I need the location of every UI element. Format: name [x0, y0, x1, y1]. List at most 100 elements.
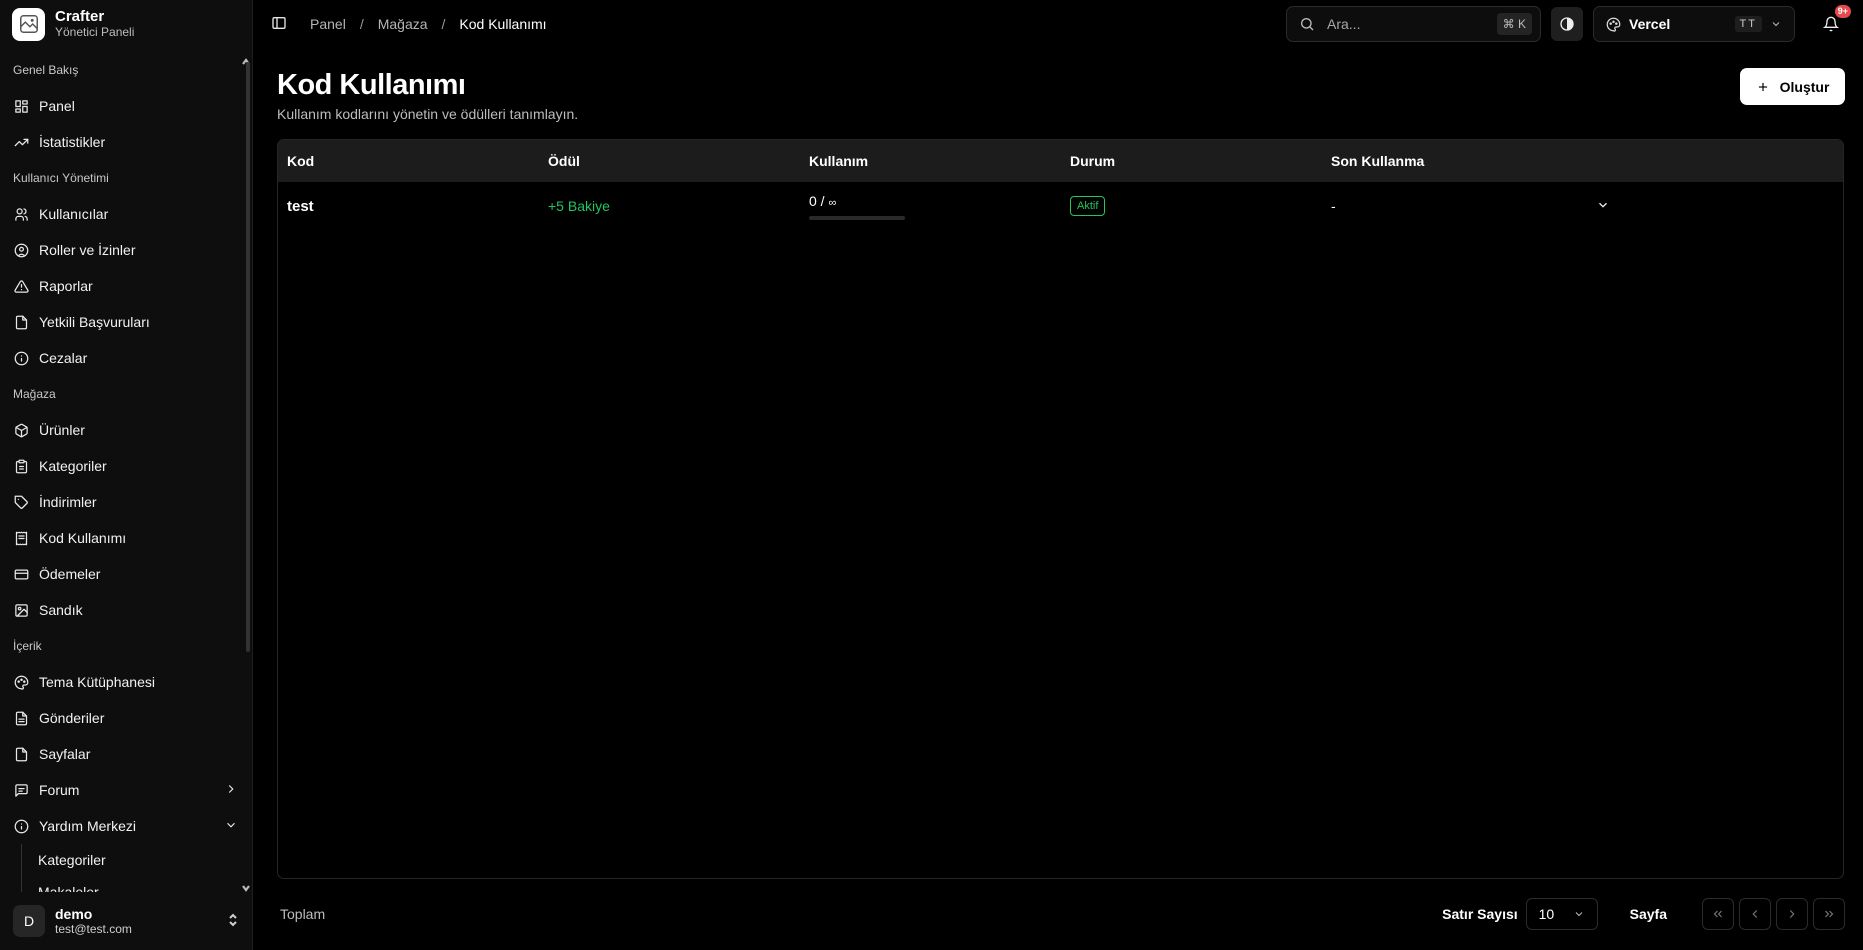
sidebar-item-categories[interactable]: Kategoriler: [0, 448, 252, 484]
column-header-status[interactable]: Durum: [1061, 153, 1322, 169]
sidebar-item-label: İndirimler: [39, 494, 97, 510]
sidebar-item-users[interactable]: Kullanıcılar: [0, 196, 252, 232]
next-page-button[interactable]: [1776, 898, 1808, 930]
sidebar-item-pages[interactable]: Sayfalar: [0, 736, 252, 772]
sidebar-item-label: Sayfalar: [39, 746, 91, 762]
sidebar-item-label: Panel: [39, 98, 75, 114]
rows-per-page-value: 10: [1538, 906, 1555, 922]
status-badge: Aktif: [1070, 196, 1106, 216]
table-footer: Toplam Satır Sayısı 10 Sayfa: [277, 897, 1845, 931]
page-header: Kod Kullanımı Kullanım kodlarını yönetin…: [277, 68, 578, 122]
sidebar-item-statistics[interactable]: İstatistikler: [0, 124, 252, 160]
section-label-content: İçerik: [13, 639, 42, 653]
theme-toggle-button[interactable]: [1551, 7, 1583, 41]
usage-limit: ∞: [828, 196, 837, 209]
usage-progress-bar: [809, 215, 905, 220]
sidebar-item-discounts[interactable]: İndirimler: [0, 484, 252, 520]
sidebar-item-label: Kullanıcılar: [39, 206, 109, 222]
topbar: Panel / Mağaza / Kod Kullanımı Ara... ⌘ …: [253, 0, 1863, 48]
chevron-down-icon: [1575, 912, 1582, 917]
sidebar-item-label: İstatistikler: [39, 134, 106, 150]
sidebar-item-chest[interactable]: Sandık: [0, 592, 252, 628]
page-title: Kod Kullanımı: [277, 69, 466, 101]
user-email: test@test.com: [55, 922, 132, 936]
page-icon: [14, 747, 29, 762]
sidebar-item-label: Ürünler: [39, 422, 85, 438]
avatar: D: [13, 905, 45, 937]
previous-page-button[interactable]: [1739, 898, 1771, 930]
chevrons-right-icon: [1825, 910, 1834, 918]
sidebar-item-label: Kategoriler: [39, 458, 107, 474]
column-header-code[interactable]: Kod: [278, 153, 539, 169]
section-label-store: Mağaza: [13, 387, 56, 401]
user-menu[interactable]: D demo test@test.com: [0, 892, 252, 950]
sidebar-item-label: Tema Kütüphanesi: [39, 674, 155, 690]
sidebar-item-label: Cezalar: [39, 350, 88, 366]
receipt-icon: [14, 531, 29, 546]
cell-reward: +5 Bakiye: [548, 198, 610, 214]
sidebar-subitem-help-categories[interactable]: Kategoriler: [38, 844, 252, 876]
column-header-reward[interactable]: Ödül: [539, 153, 800, 169]
breadcrumb-current: Kod Kullanımı: [459, 16, 547, 32]
sidebar-item-panel[interactable]: Panel: [0, 88, 252, 124]
chevron-right-icon: [1789, 910, 1795, 918]
chevron-left-icon: [1752, 910, 1758, 918]
brand-subtitle: Yönetici Paneli: [55, 25, 135, 39]
sidebar-item-label: Kod Kullanımı: [39, 530, 127, 546]
sidebar-toggle-icon[interactable]: [271, 15, 287, 34]
users-icon: [14, 207, 29, 222]
sidebar-item-theme-library[interactable]: Tema Kütüphanesi: [0, 664, 252, 700]
brand-name: Crafter: [55, 8, 105, 25]
table-header: Kod Ödül Kullanım Durum Son Kullanma: [278, 140, 1843, 182]
sidebar-subitem-help-articles[interactable]: Makaleler: [38, 876, 252, 892]
column-header-expiry[interactable]: Son Kullanma: [1322, 153, 1583, 169]
chevrons-up-down-icon: [227, 913, 239, 930]
notification-count-badge: 9+: [1834, 5, 1851, 18]
search-icon: [1301, 18, 1314, 31]
app-root: Crafter Yönetici Paneli Genel Bakış Pane…: [0, 0, 1863, 950]
page-label: Sayfa: [1629, 906, 1667, 922]
rows-per-page-select[interactable]: 10: [1525, 898, 1598, 930]
package-icon: [14, 423, 29, 438]
create-button[interactable]: Oluştur: [1740, 68, 1845, 105]
rows-per-page-label: Satır Sayısı: [1442, 906, 1518, 922]
help-center-submenu: Kategoriler Makaleler: [21, 844, 252, 892]
breadcrumb-panel[interactable]: Panel: [310, 16, 346, 32]
cell-expiry: -: [1331, 198, 1336, 214]
chevron-right-icon: [224, 782, 238, 799]
clipboard-icon: [14, 459, 29, 474]
sidebar-item-posts[interactable]: Gönderiler: [0, 700, 252, 736]
notifications-button[interactable]: 9+: [1819, 5, 1851, 36]
sidebar-item-reports[interactable]: Raporlar: [0, 268, 252, 304]
sidebar-item-penalties[interactable]: Cezalar: [0, 340, 252, 376]
sidebar-item-forum[interactable]: Forum: [0, 772, 252, 808]
column-header-usage[interactable]: Kullanım: [800, 153, 1061, 169]
brand[interactable]: Crafter Yönetici Paneli: [0, 0, 252, 48]
section-label-overview: Genel Bakış: [13, 63, 79, 77]
table-row[interactable]: test +5 Bakiye 0 / ∞ Aktif -: [278, 182, 1843, 230]
chevron-down-icon: [1772, 22, 1780, 27]
cell-code: test: [287, 197, 314, 215]
sidebar-item-label: Forum: [39, 782, 80, 798]
sidebar-item-staff-applications[interactable]: Yetkili Başvuruları: [0, 304, 252, 340]
expand-row-chevron-icon[interactable]: [1596, 198, 1610, 212]
breadcrumb-separator: /: [359, 16, 364, 32]
sidebar-item-code-usage[interactable]: Kod Kullanımı: [0, 520, 252, 556]
team-switcher[interactable]: Vercel TT: [1593, 6, 1795, 42]
sidebar-item-products[interactable]: Ürünler: [0, 412, 252, 448]
brand-logo-icon: [12, 7, 45, 41]
sidebar-item-label: Roller ve İzinler: [39, 242, 136, 258]
user-circle-icon: [14, 243, 29, 258]
first-page-button[interactable]: [1702, 898, 1734, 930]
search-input[interactable]: Ara... ⌘ K: [1286, 6, 1541, 42]
last-page-button[interactable]: [1813, 898, 1845, 930]
sidebar-item-help-center[interactable]: Yardım Merkezi: [0, 808, 252, 844]
plus-icon: [1758, 82, 1767, 91]
sidebar-item-payments[interactable]: Ödemeler: [0, 556, 252, 592]
sidebar-nav: Genel Bakış Panel İstatistikler Kullanıc…: [0, 52, 252, 892]
warning-triangle-icon: [14, 279, 29, 294]
sidebar-item-roles[interactable]: Roller ve İzinler: [0, 232, 252, 268]
create-button-label: Oluştur: [1779, 78, 1830, 95]
usage-count: 0 /: [809, 192, 829, 209]
breadcrumb-store[interactable]: Mağaza: [378, 16, 428, 32]
